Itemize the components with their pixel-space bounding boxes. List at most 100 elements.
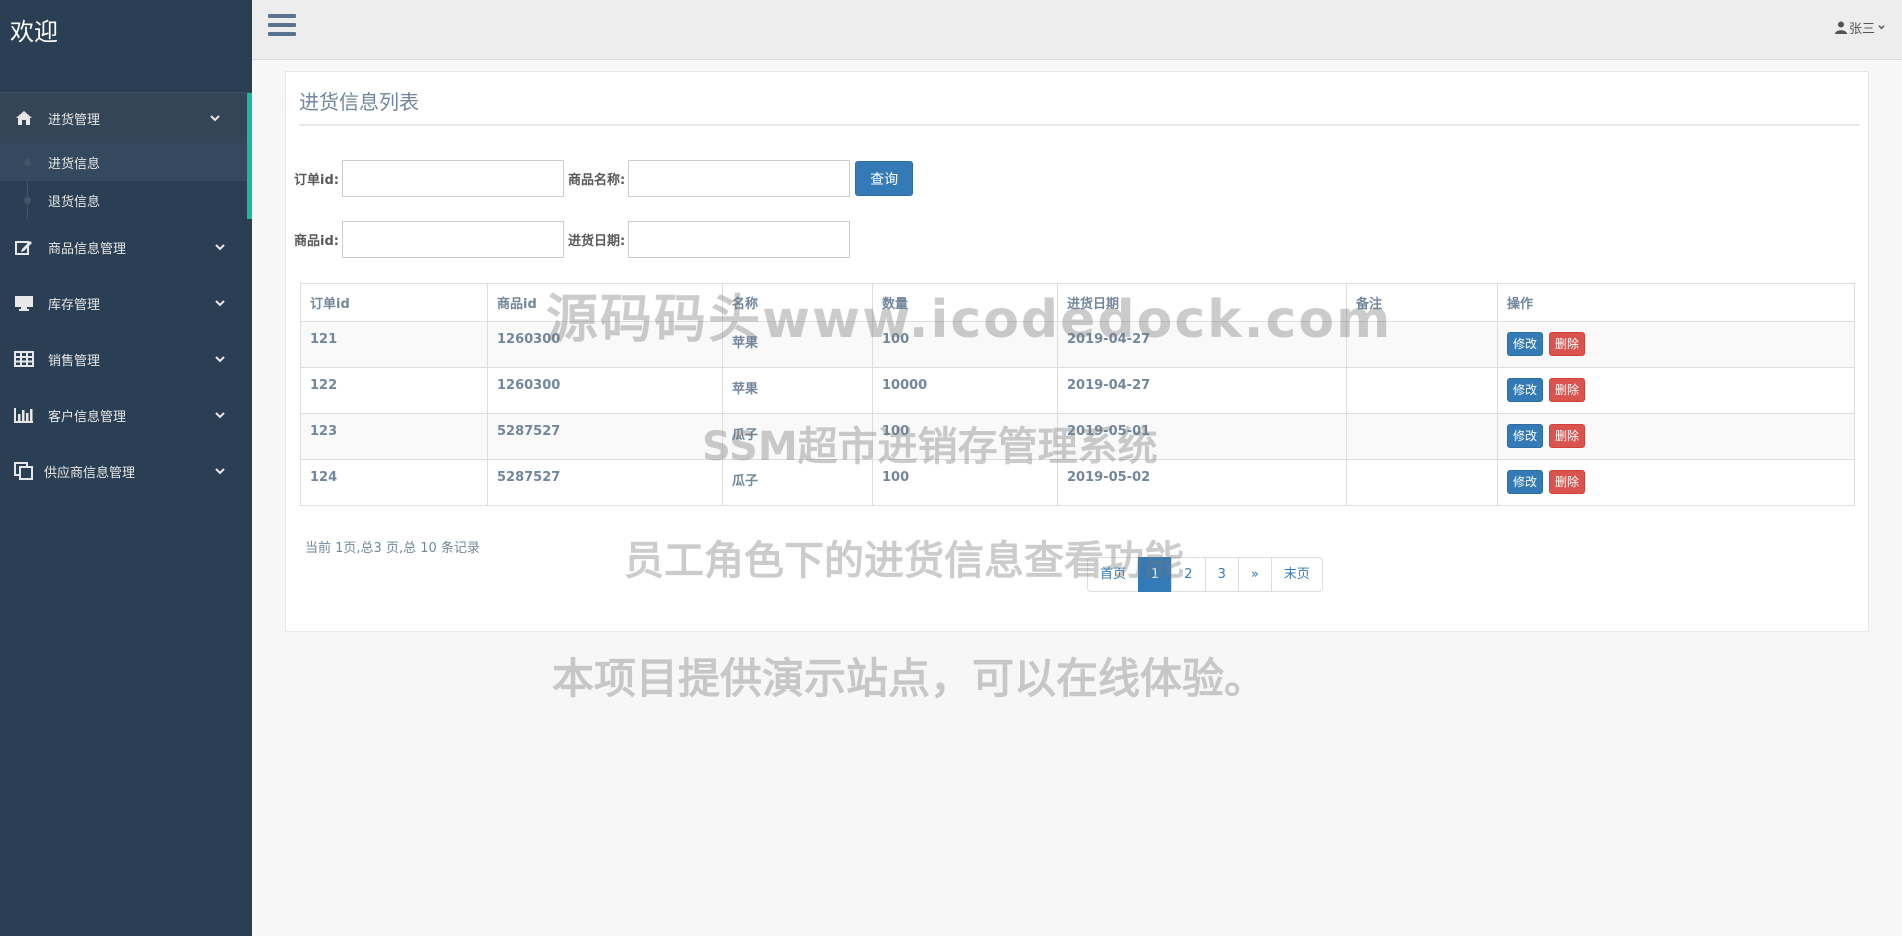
cell-product-id: 5287527 xyxy=(487,459,723,506)
delete-button[interactable]: 删除 xyxy=(1549,424,1586,448)
cell-date: 2019-05-02 xyxy=(1057,459,1347,506)
sidebar-item-product[interactable]: 商品信息管理 xyxy=(0,219,252,275)
order-id-label: 订单id: xyxy=(294,173,339,188)
column-header: 商品id xyxy=(487,283,723,322)
user-menu[interactable]: 张三 xyxy=(1834,18,1886,37)
cell-quantity: 100 xyxy=(872,321,1058,368)
cell-name: 苹果 xyxy=(722,321,873,368)
sidebar-item-label: 客户信息管理 xyxy=(48,409,127,425)
cell-product-id: 1260300 xyxy=(487,321,723,368)
sidebar-item-customer[interactable]: 客户信息管理 xyxy=(0,387,252,443)
top-navbar: 张三 xyxy=(252,0,1902,60)
cell-product-id: 1260300 xyxy=(487,367,723,414)
page-first-button[interactable]: 首页 xyxy=(1087,557,1140,592)
pagination: 首页 1 2 3 » 末页 xyxy=(1087,557,1323,592)
sidebar-subitem-label: 进货信息 xyxy=(48,156,101,172)
purchase-date-label: 进货日期: xyxy=(567,234,626,249)
sidebar-subitem-return-info[interactable]: 退货信息 xyxy=(0,181,247,219)
page-2-button[interactable]: 2 xyxy=(1171,557,1206,592)
home-icon xyxy=(14,109,34,127)
sidebar-subitem-purchase-info[interactable]: 进货信息 xyxy=(0,143,247,181)
cell-date: 2019-05-01 xyxy=(1057,413,1347,460)
bar-chart-icon xyxy=(14,406,34,424)
edit-button[interactable]: 修改 xyxy=(1507,378,1544,402)
cell-remark xyxy=(1346,459,1498,506)
edit-button[interactable]: 修改 xyxy=(1507,470,1544,494)
sidebar-subitem-label: 退货信息 xyxy=(48,194,101,210)
sidebar-menu: 进货管理 进货信息 退货信息 商品信息管理 库存管理 销售管理 客户信息管理 供… xyxy=(0,92,252,499)
sidebar-item-inventory[interactable]: 库存管理 xyxy=(0,275,252,331)
sidebar-item-label: 库存管理 xyxy=(48,297,101,313)
chevron-down-icon xyxy=(215,300,225,307)
product-id-input[interactable] xyxy=(341,221,564,258)
search-form-row-2: 商品id: 进货日期: xyxy=(294,221,854,258)
column-header: 备注 xyxy=(1346,283,1498,322)
sidebar-item-purchase[interactable]: 进货管理 xyxy=(0,93,252,143)
cell-product-id: 5287527 xyxy=(487,413,723,460)
delete-button[interactable]: 删除 xyxy=(1549,332,1586,356)
order-id-input[interactable] xyxy=(341,160,564,197)
sidebar-item-label: 销售管理 xyxy=(48,353,101,369)
menu-toggle-icon[interactable] xyxy=(268,14,296,40)
column-header: 操作 xyxy=(1497,283,1855,322)
table-row: 121 1260300 苹果 100 2019-04-27 修改 删除 xyxy=(300,321,1855,368)
cell-order-id: 123 xyxy=(300,413,488,460)
cell-remark xyxy=(1346,367,1498,414)
chevron-down-icon xyxy=(210,115,220,122)
page-3-button[interactable]: 3 xyxy=(1204,557,1239,592)
search-form-row-1: 订单id: 商品名称: 查询 xyxy=(294,160,914,197)
cell-quantity: 100 xyxy=(872,459,1058,506)
purchase-date-input[interactable] xyxy=(628,221,851,258)
pagination-summary: 当前 1页,总3 页,总 10 条记录 xyxy=(305,541,480,556)
cell-date: 2019-04-27 xyxy=(1057,367,1347,414)
sidebar-item-label: 商品信息管理 xyxy=(48,241,127,257)
sidebar-item-sales[interactable]: 销售管理 xyxy=(0,331,252,387)
cell-name: 瓜子 xyxy=(722,459,873,506)
cell-actions: 修改 删除 xyxy=(1497,413,1855,460)
bullet-dot-icon xyxy=(24,159,31,166)
purchase-table: 订单id 商品id 名称 数量 进货日期 备注 操作 121 1260300 苹… xyxy=(300,283,1855,506)
user-icon xyxy=(1834,21,1847,34)
bullet-dot-icon xyxy=(24,197,31,204)
table-icon xyxy=(14,350,34,368)
chevron-down-icon xyxy=(215,244,225,251)
cell-order-id: 122 xyxy=(300,367,488,414)
edit-button[interactable]: 修改 xyxy=(1507,424,1544,448)
product-name-input[interactable] xyxy=(628,160,851,197)
product-name-label: 商品名称: xyxy=(567,173,626,188)
query-button[interactable]: 查询 xyxy=(855,161,914,196)
delete-button[interactable]: 删除 xyxy=(1549,470,1586,494)
cell-remark xyxy=(1346,321,1498,368)
delete-button[interactable]: 删除 xyxy=(1549,378,1586,402)
cell-order-id: 124 xyxy=(300,459,488,506)
cell-actions: 修改 删除 xyxy=(1497,321,1855,368)
cell-quantity: 100 xyxy=(872,413,1058,460)
sidebar-item-supplier[interactable]: 供应商信息管理 xyxy=(0,443,252,499)
chevron-down-icon xyxy=(1878,25,1885,30)
sidebar: 欢迎 进货管理 进货信息 退货信息 商品信息管理 库存管理 销售管理 客户信息管… xyxy=(0,0,252,936)
column-header: 名称 xyxy=(722,283,873,322)
table-row: 122 1260300 苹果 10000 2019-04-27 修改 删除 xyxy=(300,367,1855,414)
brand-title: 欢迎 xyxy=(0,0,252,56)
column-header: 数量 xyxy=(872,283,1058,322)
edit-button[interactable]: 修改 xyxy=(1507,332,1544,356)
cell-remark xyxy=(1346,413,1498,460)
page-1-button[interactable]: 1 xyxy=(1138,557,1173,592)
page-next-button[interactable]: » xyxy=(1237,557,1272,592)
page-title: 进货信息列表 xyxy=(299,90,419,114)
cell-name: 瓜子 xyxy=(722,413,873,460)
cell-order-id: 121 xyxy=(300,321,488,368)
title-divider xyxy=(299,124,1860,126)
user-name: 张三 xyxy=(1848,22,1875,37)
page-last-button[interactable]: 末页 xyxy=(1270,557,1323,592)
cell-date: 2019-04-27 xyxy=(1057,321,1347,368)
edit-icon xyxy=(14,238,34,256)
table-row: 124 5287527 瓜子 100 2019-05-02 修改 删除 xyxy=(300,459,1855,506)
cell-actions: 修改 删除 xyxy=(1497,367,1855,414)
chevron-down-icon xyxy=(215,356,225,363)
purchase-submenu: 进货信息 退货信息 xyxy=(0,143,252,219)
column-header: 订单id xyxy=(300,283,488,322)
clone-icon xyxy=(14,462,34,480)
cell-quantity: 10000 xyxy=(872,367,1058,414)
product-id-label: 商品id: xyxy=(294,234,339,249)
